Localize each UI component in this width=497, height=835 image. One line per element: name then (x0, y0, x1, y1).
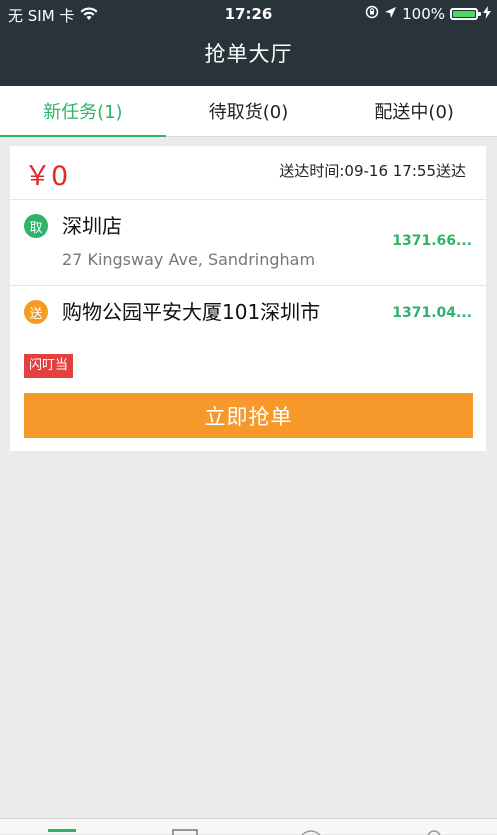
status-right: 100% (365, 5, 491, 23)
delivery-time: 送达时间:09-16 17:55送达 (279, 162, 466, 180)
dropoff-row: 送 购物公园平安大厦101深圳市 1371.04... (10, 286, 486, 344)
tab-bar-orders-icon[interactable] (172, 829, 198, 835)
order-card[interactable]: ￥0 送达时间:09-16 17:55送达 取 深圳店 27 Kingsway … (10, 146, 486, 451)
tab-bar-profile-icon[interactable] (424, 829, 444, 835)
order-tabs: 新任务(1) 待取货(0) 配送中(0) (0, 86, 497, 137)
rotation-lock-icon (365, 5, 379, 23)
top-bar: 无 SIM 卡 17:26 100% 抢单大厅 (0, 0, 497, 86)
page-title: 抢单大厅 (204, 42, 293, 66)
bottom-tab-bar (0, 818, 497, 835)
charging-icon (483, 5, 491, 23)
pickup-address: 27 Kingsway Ave, Sandringham (62, 250, 316, 269)
order-card-header: ￥0 送达时间:09-16 17:55送达 (10, 146, 486, 200)
platform-tag: 闪叮当 (24, 354, 74, 378)
pickup-distance: 1371.66... (392, 233, 472, 249)
tab-delivering[interactable]: 配送中(0) (331, 86, 497, 136)
order-price: ￥0 (24, 161, 69, 192)
dropoff-distance: 1371.04... (392, 305, 472, 321)
dropoff-name: 购物公园平安大厦101深圳市 (62, 300, 321, 324)
pickup-badge-icon: 取 (24, 214, 48, 238)
location-arrow-icon (384, 5, 397, 23)
tab-new-tasks[interactable]: 新任务(1) (0, 86, 166, 137)
pickup-row: 取 深圳店 27 Kingsway Ave, Sandringham 1371.… (10, 200, 486, 286)
battery-icon (450, 8, 481, 20)
tab-bar-messages-icon[interactable] (300, 829, 322, 835)
dropoff-badge-icon: 送 (24, 300, 48, 324)
pickup-store-name: 深圳店 (62, 214, 122, 238)
tab-awaiting-pickup[interactable]: 待取货(0) (166, 86, 332, 136)
status-bar: 无 SIM 卡 17:26 100% (0, 0, 497, 28)
tab-bar-home-icon[interactable] (48, 829, 76, 833)
battery-percent: 100% (402, 5, 445, 23)
grab-order-button[interactable]: 立即抢单 (24, 393, 473, 438)
